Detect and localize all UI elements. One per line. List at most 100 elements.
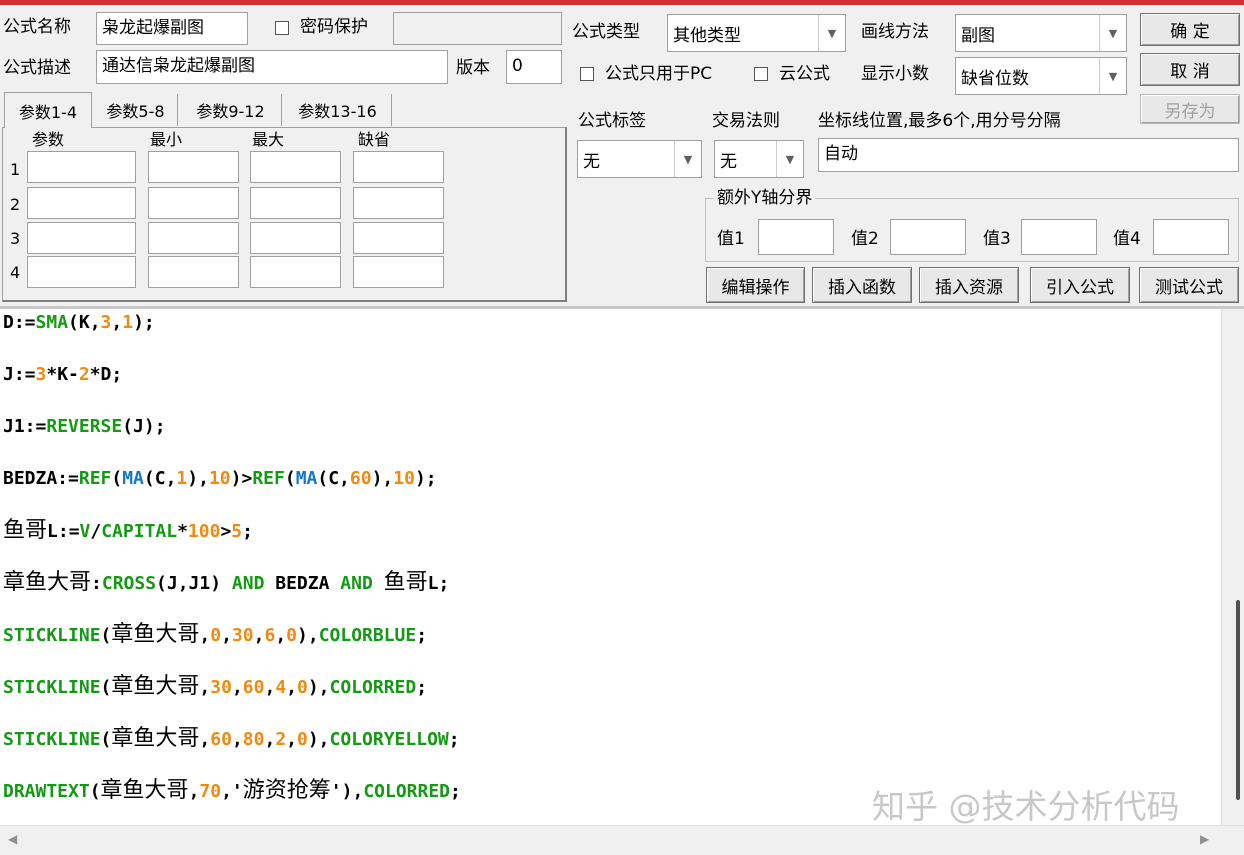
arrow-right-icon[interactable]: ▶ [1200, 832, 1209, 846]
param-min-input[interactable] [148, 151, 239, 183]
vertical-scrollbar[interactable] [1221, 309, 1244, 825]
code-token: , [264, 729, 276, 750]
code-token: '), [330, 781, 364, 802]
draw-method-select[interactable]: 副图 ▼ [955, 14, 1127, 52]
cancel-button[interactable]: 取 消 [1140, 53, 1240, 86]
param-max-input[interactable] [250, 222, 341, 254]
code-token: )> [230, 468, 253, 489]
version-input[interactable]: 0 [506, 50, 562, 84]
chevron-down-icon[interactable]: ▼ [818, 15, 845, 51]
code-line: STICKLINE(章鱼大哥,0,30,6,0),COLORBLUE; [3, 623, 427, 648]
param-max-input[interactable] [250, 256, 341, 288]
code-token: / [90, 521, 102, 542]
chevron-down-icon[interactable]: ▼ [674, 141, 701, 177]
save-as-button[interactable]: 另存为 [1140, 94, 1240, 124]
cloud-checkbox[interactable] [754, 67, 768, 81]
code-token: 游资抢筹 [242, 778, 331, 803]
insert-resource-button[interactable]: 插入资源 [919, 267, 1019, 303]
insert-function-button[interactable]: 插入函数 [812, 267, 912, 303]
y-value-4-input[interactable] [1153, 219, 1229, 255]
pc-only-checkbox[interactable] [580, 67, 594, 81]
code-token: , [199, 625, 211, 646]
code-token: ( [89, 781, 101, 802]
tab-params-1-4[interactable]: 参数1-4 [4, 92, 92, 128]
param-default-input[interactable] [353, 256, 444, 288]
tab-params-5-8[interactable]: 参数5-8 [94, 94, 178, 126]
code-token: ), [307, 729, 330, 750]
formula-desc-input[interactable]: 通达信枭龙起爆副图 [96, 50, 448, 84]
password-checkbox[interactable] [275, 21, 289, 35]
code-token: 2 [275, 729, 287, 750]
watermark-text: 知乎 @技术分析代码 [872, 787, 1180, 826]
formula-desc-label: 公式描述 [3, 58, 71, 78]
code-token: ), [297, 625, 319, 646]
code-token: ; [448, 729, 460, 750]
code-token: STICKLINE [3, 729, 101, 750]
code-token: ), [187, 468, 209, 489]
param-row-number: 1 [10, 160, 21, 179]
formula-name-input[interactable]: 枭龙起爆副图 [96, 12, 248, 45]
trade-rule-select[interactable]: 无 ▼ [714, 140, 804, 178]
param-max-input[interactable] [250, 187, 341, 219]
draw-method-value: 副图 [961, 25, 995, 46]
code-token: MA [122, 468, 144, 489]
password-label: 密码保护 [300, 17, 368, 37]
code-line: D:=SMA(K,3,1); [3, 311, 155, 335]
formula-tag-select[interactable]: 无 ▼ [577, 140, 702, 178]
code-token: , [111, 312, 123, 333]
param-header-max: 最大 [252, 130, 285, 149]
param-min-input[interactable] [148, 256, 239, 288]
y-value-2-input[interactable] [890, 219, 966, 255]
coord-line-label: 坐标线位置,最多6个,用分号分隔 [818, 111, 1061, 131]
window-top-bar [0, 0, 1244, 5]
vertical-scrollbar-thumb[interactable] [1236, 600, 1240, 800]
arrow-left-icon[interactable]: ◀ [8, 832, 17, 846]
code-line: DRAWTEXT(章鱼大哥,70,'游资抢筹'),COLORRED; [3, 779, 461, 804]
code-token: REF [252, 468, 285, 489]
code-token: 0 [297, 677, 308, 698]
param-default-input[interactable] [353, 222, 444, 254]
tab-params-9-12[interactable]: 参数9-12 [180, 94, 282, 126]
coord-line-input[interactable]: 自动 [818, 138, 1239, 172]
code-token: SMA [35, 312, 69, 333]
tab-params-13-16[interactable]: 参数13-16 [284, 94, 392, 126]
code-token: (J); [122, 416, 166, 437]
horizontal-scrollbar[interactable]: ◀ ▶ [0, 825, 1244, 855]
code-token: MA [295, 468, 318, 489]
chevron-down-icon[interactable]: ▼ [1099, 58, 1126, 94]
param-min-input[interactable] [148, 222, 239, 254]
y-value-1-input[interactable] [758, 219, 834, 255]
param-min-input[interactable] [148, 187, 239, 219]
edit-ops-button[interactable]: 编辑操作 [706, 267, 805, 303]
param-max-input[interactable] [250, 151, 341, 183]
code-token: ), [307, 677, 330, 698]
param-row-number: 4 [10, 263, 21, 282]
code-line: 鱼哥L:=V/CAPITAL*100>5; [3, 519, 253, 544]
code-token: , [286, 729, 297, 750]
y-value-1-label: 值1 [717, 229, 745, 249]
param-default-input[interactable] [353, 187, 444, 219]
chevron-down-icon[interactable]: ▼ [1099, 15, 1126, 51]
param-name-input[interactable] [27, 187, 136, 219]
extra-y-axis-title: 额外Y轴分界 [714, 187, 816, 209]
y-value-3-input[interactable] [1021, 219, 1097, 255]
code-token: ( [100, 729, 112, 750]
code-token: > [220, 521, 232, 542]
param-name-input[interactable] [27, 151, 136, 183]
param-name-input[interactable] [27, 222, 136, 254]
param-name-input[interactable] [27, 256, 136, 288]
decimals-select[interactable]: 缺省位数 ▼ [955, 57, 1127, 95]
formula-type-select[interactable]: 其他类型 ▼ [667, 14, 846, 52]
code-token: *K- [46, 364, 79, 385]
test-formula-button[interactable]: 测试公式 [1139, 267, 1239, 303]
import-formula-button[interactable]: 引入公式 [1030, 267, 1130, 303]
code-editor[interactable]: D:=SMA(K,3,1); J:=3*K-2*D; J1:=REVERSE(J);… [0, 309, 1221, 825]
code-token: 60 [210, 729, 232, 750]
ok-button[interactable]: 确 定 [1140, 13, 1240, 46]
code-token: 3 [35, 364, 47, 385]
param-default-input[interactable] [353, 151, 444, 183]
password-input[interactable] [393, 12, 562, 45]
code-token: COLORRED [329, 677, 417, 698]
chevron-down-icon[interactable]: ▼ [776, 141, 803, 177]
